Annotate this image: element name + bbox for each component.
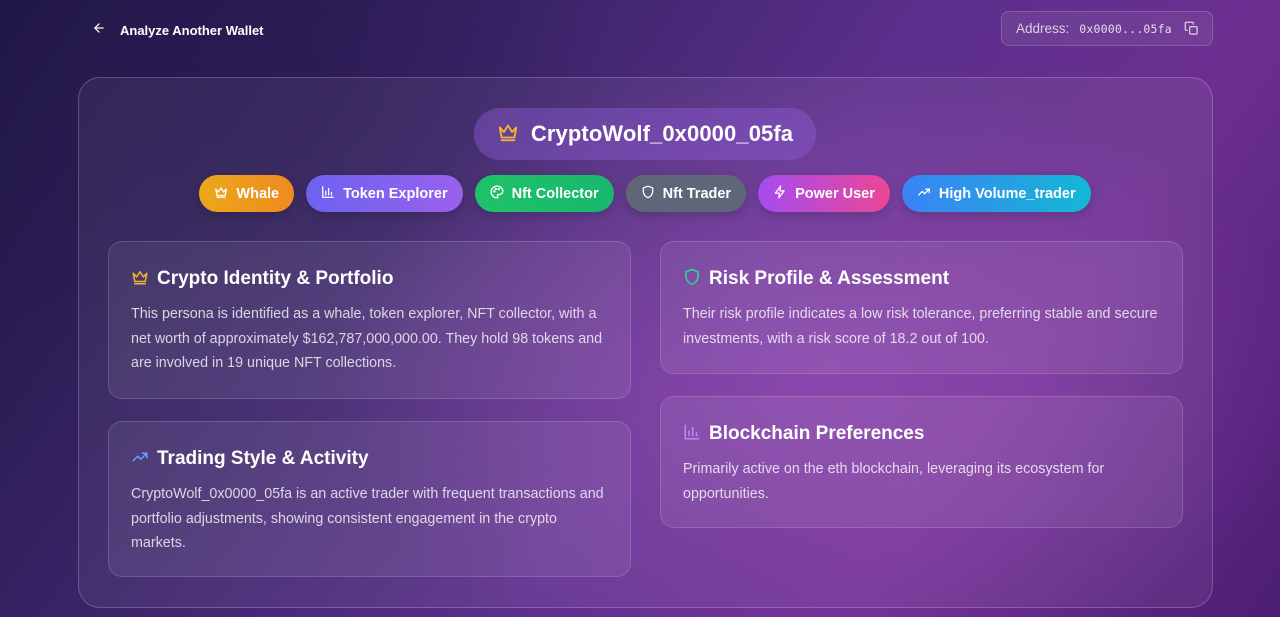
analyze-another-wallet-button[interactable]: Analyze Another Wallet [92, 19, 264, 41]
card-title: Blockchain Preferences [709, 423, 925, 444]
tag-nft-collector[interactable]: Nft Collector [474, 175, 614, 212]
tag-label: Nft Collector [511, 185, 599, 202]
shield-icon [641, 185, 655, 203]
tag-power-user[interactable]: Power User [758, 175, 890, 212]
card-trading-style: Trading Style & Activity CryptoWolf_0x00… [108, 421, 631, 577]
bar-chart-icon [321, 185, 335, 203]
tag-high-volume-trader[interactable]: High Volume_trader [901, 175, 1091, 212]
card-title: Crypto Identity & Portfolio [157, 268, 394, 289]
address-display: Address: 0x0000...05fa [1001, 11, 1213, 46]
crown-icon [131, 268, 149, 291]
lightning-icon [773, 185, 787, 203]
copy-icon[interactable] [1184, 21, 1199, 37]
card-title: Risk Profile & Assessment [709, 268, 950, 289]
bar-chart-icon [683, 423, 701, 446]
persona-name-badge: CryptoWolf_0x0000_05fa [474, 108, 816, 160]
card-body: Primarily active on the eth blockchain, … [683, 461, 1105, 502]
address-label: Address: [1016, 21, 1070, 36]
card-blockchain-preferences: Blockchain Preferences Primarily active … [660, 396, 1183, 528]
crown-icon [497, 121, 519, 148]
card-body: This persona is identified as a whale, t… [131, 306, 603, 371]
back-label: Analyze Another Wallet [120, 22, 264, 38]
tag-token-explorer[interactable]: Token Explorer [306, 175, 463, 212]
persona-name: CryptoWolf_0x0000_05fa [530, 121, 794, 146]
trending-up-icon [917, 185, 931, 203]
persona-tags: Whale Token Explorer Nft Collector Nft T… [0, 175, 1280, 212]
tag-label: Nft Trader [662, 185, 732, 202]
address-value: 0x0000...05fa [1079, 21, 1172, 36]
shield-icon [683, 268, 701, 291]
crown-icon [214, 185, 228, 203]
card-risk-profile: Risk Profile & Assessment Their risk pro… [660, 241, 1183, 374]
card-body: Their risk profile indicates a low risk … [683, 306, 1158, 347]
card-title: Trading Style & Activity [157, 448, 369, 469]
trending-up-icon [131, 448, 149, 471]
tag-label: Token Explorer [343, 185, 448, 202]
card-crypto-identity: Crypto Identity & Portfolio This persona… [108, 241, 631, 399]
card-body: CryptoWolf_0x0000_05fa is an active trad… [131, 486, 604, 551]
tag-label: Whale [236, 185, 280, 202]
tag-label: Power User [795, 185, 875, 202]
tag-nft-trader[interactable]: Nft Trader [625, 175, 747, 212]
tag-whale[interactable]: Whale [199, 175, 295, 212]
arrow-left-icon [92, 21, 106, 40]
palette-icon [490, 185, 504, 203]
tag-label: High Volume_trader [938, 185, 1076, 202]
